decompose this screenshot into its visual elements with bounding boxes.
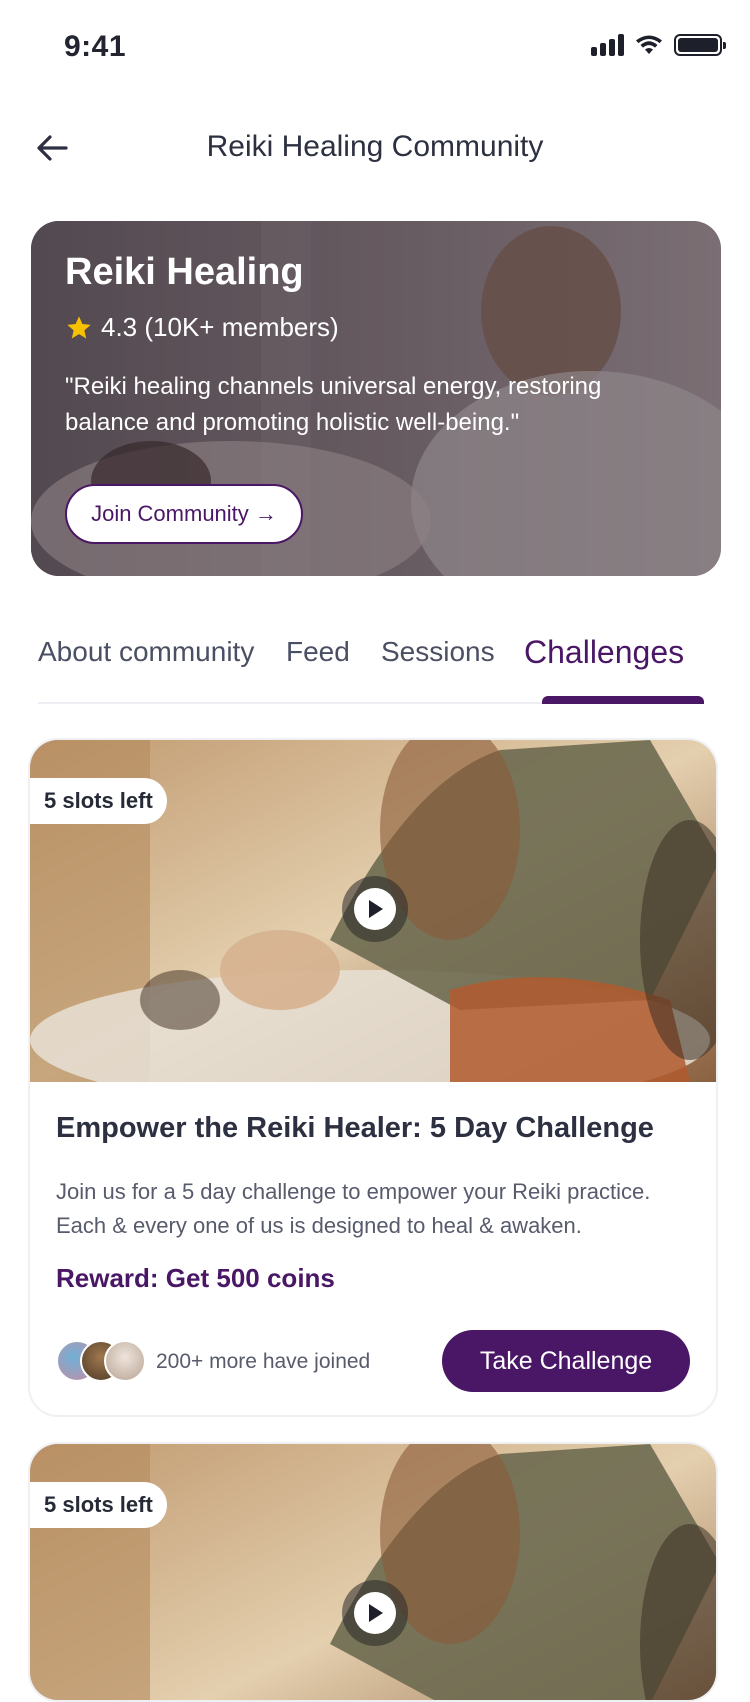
challenge-media: 5 slots left [30,1444,716,1700]
slots-left-badge: 5 slots left [30,1482,167,1528]
tab-feed[interactable]: Feed [286,636,350,668]
play-icon [369,1604,383,1622]
community-rating: 4.3 (10K+ members) [65,312,691,343]
community-title: Reiki Healing [65,251,304,293]
join-community-label: Join Community → [91,501,277,526]
community-hero-banner: Reiki Healing 4.3 (10K+ members) "Reiki … [31,221,721,576]
rating-text: 4.3 (10K+ members) [101,312,339,342]
play-button[interactable] [342,876,408,942]
star-icon [67,315,91,338]
signal-icon [591,34,624,56]
status-icons [591,34,726,56]
take-challenge-button[interactable]: Take Challenge [442,1330,690,1392]
tab-about-community[interactable]: About community [38,636,254,668]
status-bar: 9:41 [0,0,750,96]
active-tab-indicator [542,696,704,704]
play-icon [369,900,383,918]
challenge-title: Empower the Reiki Healer: 5 Day Challeng… [56,1112,654,1144]
community-tabs: About community Feed Sessions Challenges [38,622,704,704]
joined-count-text: 200+ more have joined [156,1350,371,1373]
community-quote: "Reiki healing channels universal energy… [65,373,602,436]
status-time: 9:41 [64,30,127,63]
participant-avatars [56,1340,146,1382]
tab-challenges[interactable]: Challenges [524,634,684,671]
tab-sessions[interactable]: Sessions [381,636,495,668]
challenge-media: 5 slots left [30,740,716,1082]
play-button[interactable] [342,1580,408,1646]
header: Reiki Healing Community [0,110,750,186]
slots-left-badge: 5 slots left [30,778,167,824]
challenge-card[interactable]: 5 slots left [28,1442,718,1702]
join-community-button[interactable]: Join Community → [65,484,303,544]
challenge-card[interactable]: 5 slots left Empower the Reiki Healer: 5… [28,738,718,1417]
wifi-icon [636,35,662,54]
challenge-reward: Reward: Get 500 coins [56,1263,335,1293]
challenge-description: Join us for a 5 day challenge to empower… [56,1179,651,1238]
battery-icon [674,34,726,56]
page-title: Reiki Healing Community [206,130,544,163]
avatar [104,1340,146,1382]
